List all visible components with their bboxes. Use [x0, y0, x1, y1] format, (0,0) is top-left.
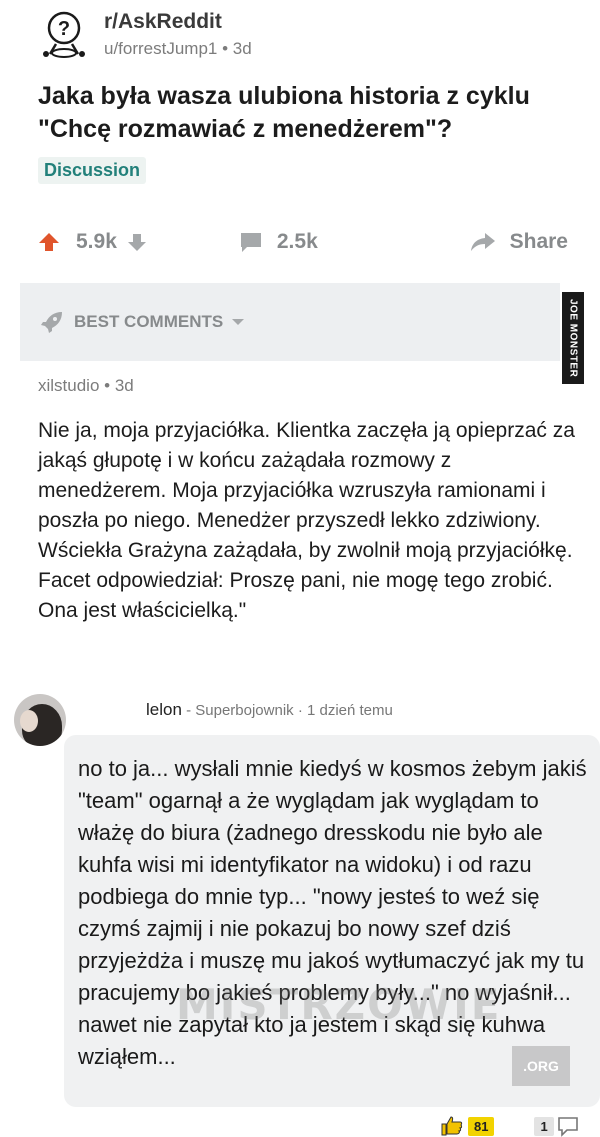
reddit-screenshot: ? r/AskReddit u/forrestJump1 • 3d Jaka b… [0, 0, 600, 672]
joe-monster-watermark: JOE MONSTER [562, 292, 584, 384]
comment-author-time: xilstudio • 3d [38, 376, 134, 395]
thumbs-up-icon[interactable] [440, 1115, 464, 1137]
svg-text:?: ? [58, 18, 70, 40]
share-button[interactable]: Share [470, 230, 568, 254]
comment-username[interactable]: lelon [146, 700, 182, 719]
downvote-icon[interactable] [127, 232, 147, 252]
like-count: 81 [468, 1116, 495, 1136]
rocket-icon [41, 312, 62, 333]
chevron-down-icon [232, 319, 245, 325]
post-action-bar: 5.9k 2.5k Share [38, 222, 568, 262]
site-watermark: MISTRZOWIE [176, 980, 502, 1029]
post-header: ? r/AskReddit u/forrestJump1 • 3d [38, 8, 252, 60]
sort-label: BEST COMMENTS [74, 312, 224, 331]
post-author-time: u/forrestJump1 • 3d [104, 39, 252, 58]
comment-meta: lelon - Superbojownik · 1 dzień temu [146, 700, 393, 720]
comment-body: Nie ja, moja przyjaciółka. Klientka zacz… [38, 419, 575, 622]
post-title: Jaka była wasza ulubiona historia z cykl… [38, 82, 530, 143]
share-label: Share [509, 230, 568, 253]
site-watermark-suffix: .ORG [512, 1046, 570, 1086]
subreddit-name[interactable]: r/AskReddit [104, 8, 252, 36]
sort-comments-bar[interactable]: BEST COMMENTS [20, 283, 560, 361]
comment-reactions: 81 1 [440, 1115, 580, 1137]
share-icon [470, 233, 495, 251]
comment-rank-time: - Superbojownik · 1 dzień temu [181, 702, 393, 719]
avatar[interactable] [14, 694, 66, 746]
vote-count: 5.9k [76, 230, 117, 253]
post-flair: Discussion [38, 157, 147, 184]
comment-icon [240, 233, 261, 252]
askreddit-icon: ? [43, 11, 85, 58]
comment-count: 2.5k [276, 230, 318, 253]
comments-button[interactable]: 2.5k [239, 230, 318, 254]
reply-count: 1 [534, 1116, 554, 1136]
site-comment: lelon - Superbojownik · 1 dzień temu no … [0, 672, 600, 1137]
upvote-icon[interactable] [38, 231, 60, 253]
reply-icon[interactable] [556, 1115, 580, 1137]
vote-group: 5.9k [38, 230, 147, 254]
